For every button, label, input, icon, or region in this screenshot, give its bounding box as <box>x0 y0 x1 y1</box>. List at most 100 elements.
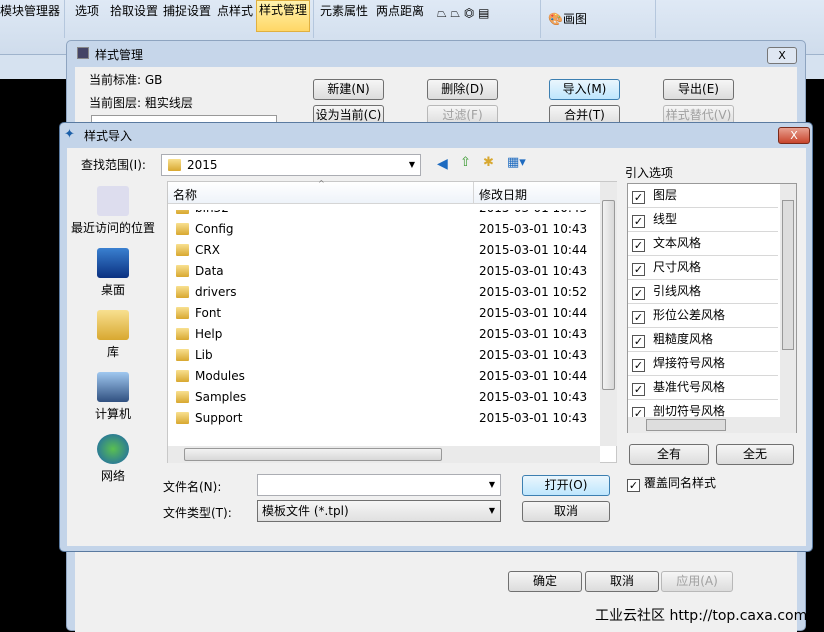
column-date[interactable]: 修改日期 <box>479 186 527 203</box>
export-button[interactable]: 导出(E) <box>663 79 734 100</box>
recent-icon <box>97 186 129 216</box>
folder-icon <box>176 210 189 214</box>
checkbox-icon[interactable]: ✓ <box>632 359 645 372</box>
ribbon-point-style[interactable]: 点样式 <box>217 2 253 19</box>
file-row[interactable]: bin32 2015-03-01 10:43 <box>168 210 600 219</box>
column-name[interactable]: 名称 <box>173 186 197 203</box>
file-date: 2015-03-01 10:43 <box>479 429 587 432</box>
options-hscroll[interactable] <box>628 417 796 433</box>
checkbox-icon[interactable]: ✓ <box>632 311 645 324</box>
horizontal-scrollbar[interactable] <box>168 446 600 463</box>
file-row[interactable]: CRX 2015-03-01 10:44 <box>168 240 600 261</box>
up-folder-icon[interactable]: ⇧ <box>460 155 471 170</box>
ribbon-snap-settings[interactable]: 捕捉设置 <box>163 2 211 19</box>
import-option[interactable]: ✓ 焊接符号风格 <box>628 352 778 376</box>
import-option[interactable]: ✓ 基准代号风格 <box>628 376 778 400</box>
folder-icon <box>176 286 189 298</box>
checkbox-icon[interactable]: ✓ <box>632 263 645 276</box>
file-date: 2015-03-01 10:43 <box>479 390 588 404</box>
view-menu-icon[interactable]: ▦▾ <box>507 155 526 170</box>
sort-icon: ^ <box>318 179 325 188</box>
options-vscroll[interactable] <box>780 184 796 417</box>
file-date: 2015-03-01 10:43 <box>479 327 588 341</box>
file-row[interactable]: Samples 2015-03-01 10:43 <box>168 387 600 408</box>
checkbox-icon[interactable]: ✓ <box>632 215 645 228</box>
file-row[interactable]: Config 2015-03-01 10:43 <box>168 219 600 240</box>
cancel-button[interactable]: 取消 <box>522 501 610 522</box>
import-option[interactable]: ✓ 线型 <box>628 208 778 232</box>
place-computer[interactable]: 计算机 <box>69 372 157 422</box>
look-in-dropdown[interactable]: 2015 ▼ <box>161 154 421 176</box>
open-button[interactable]: 打开(O) <box>522 475 610 496</box>
import-option[interactable]: ✓ 剖切符号风格 <box>628 400 778 417</box>
place-desktop[interactable]: 桌面 <box>69 248 157 298</box>
place-recent[interactable]: 最近访问的位置 <box>69 186 157 236</box>
import-option[interactable]: ✓ 文本风格 <box>628 232 778 256</box>
import-option[interactable]: ✓ 引线风格 <box>628 280 778 304</box>
folder-icon <box>176 244 189 256</box>
app-icon <box>77 47 89 59</box>
file-row[interactable]: Help 2015-03-01 10:43 <box>168 324 600 345</box>
checkbox-icon[interactable]: ✓ <box>632 383 645 396</box>
select-all-button[interactable]: 全有 <box>629 444 709 465</box>
folder-icon <box>176 265 189 277</box>
apply-button[interactable]: 应用(A) <box>661 571 733 592</box>
file-row[interactable]: Lib 2015-03-01 10:43 <box>168 345 600 366</box>
file-row[interactable]: Font 2015-03-01 10:44 <box>168 303 600 324</box>
new-folder-icon[interactable]: ✱ <box>483 155 494 170</box>
import-button[interactable]: 导入(M) <box>549 79 620 100</box>
ribbon-pick-settings[interactable]: 拾取设置 <box>110 2 158 19</box>
ribbon-element-props[interactable]: 元素属性 <box>320 2 368 19</box>
new-button[interactable]: 新建(N) <box>313 79 384 100</box>
checkbox-icon[interactable]: ✓ <box>632 335 645 348</box>
select-none-button[interactable]: 全无 <box>716 444 794 465</box>
computer-icon <box>97 372 129 402</box>
filetype-dropdown[interactable]: 模板文件 (*.tpl) ▼ <box>257 500 501 522</box>
filename-input[interactable]: ▼ <box>257 474 501 496</box>
options-list[interactable]: ✓ 图层 ✓ 线型 ✓ 文本风格 ✓ 尺寸风格 ✓ 引线风格 ✓ 形位公差风格 ✓ 粗糙度风格 ✓ 焊接符号风… <box>627 183 797 433</box>
import-option[interactable]: ✓ 尺寸风格 <box>628 256 778 280</box>
folder-icon <box>176 328 189 340</box>
folder-icon <box>176 412 189 424</box>
import-option[interactable]: ✓ 图层 <box>628 184 778 208</box>
file-row[interactable]: Support 2015-03-01 10:43 <box>168 408 600 429</box>
options-label: 引入选项 <box>625 166 674 180</box>
folder-icon <box>176 370 189 382</box>
measure-icons[interactable]: ⏢ ⏢ ⏣ ▤ <box>437 6 489 21</box>
folder-icon <box>176 307 189 319</box>
file-name: Font <box>195 306 222 320</box>
place-network[interactable]: 网络 <box>69 434 157 484</box>
ok-button[interactable]: 确定 <box>508 571 582 592</box>
delete-button[interactable]: 删除(D) <box>427 79 498 100</box>
ribbon-style-manager[interactable]: 样式管理 <box>256 0 311 32</box>
file-row[interactable]: Template2015-03-01 10:43 <box>168 429 600 432</box>
checkbox-icon[interactable]: ✓ <box>632 239 645 252</box>
close-button[interactable]: X <box>767 47 797 64</box>
file-row[interactable]: Data 2015-03-01 10:43 <box>168 261 600 282</box>
import-option[interactable]: ✓ 形位公差风格 <box>628 304 778 328</box>
checkbox-icon[interactable]: ✓ <box>632 191 645 204</box>
look-in-label: 查找范围(I): <box>81 158 146 172</box>
file-row[interactable]: drivers 2015-03-01 10:52 <box>168 282 600 303</box>
palette-icon: 🎨 <box>548 12 563 26</box>
place-library[interactable]: 库 <box>69 310 157 360</box>
close-button[interactable]: X <box>778 127 810 144</box>
file-date: 2015-03-01 10:44 <box>479 243 588 257</box>
back-icon[interactable]: ◀ <box>437 156 448 172</box>
import-option[interactable]: ✓ 粗糙度风格 <box>628 328 778 352</box>
checkbox-icon[interactable]: ✓ <box>632 407 645 417</box>
ribbon-options[interactable]: 选项 <box>75 2 99 19</box>
overwrite-checkbox[interactable]: ✓ 覆盖同名样式 <box>627 474 716 492</box>
dialog-title: 样式管理 <box>95 48 144 62</box>
ribbon-block-manager[interactable]: 模块管理器 <box>0 2 60 19</box>
ribbon-distance[interactable]: 两点距离 <box>376 2 424 19</box>
ribbon-draw[interactable]: 🎨画图 <box>548 10 587 27</box>
vertical-scrollbar[interactable] <box>600 182 617 446</box>
checkbox-icon[interactable]: ✓ <box>632 287 645 300</box>
file-row[interactable]: Modules 2015-03-01 10:44 <box>168 366 600 387</box>
desktop-icon <box>97 248 129 278</box>
file-list[interactable]: 名称 ^ 修改日期 bin32 2015-03-01 10:43 Config 201… <box>167 179 617 463</box>
file-name: Modules <box>195 369 245 383</box>
cancel-button[interactable]: 取消 <box>585 571 659 592</box>
file-date: 2015-03-01 10:43 <box>479 222 588 236</box>
